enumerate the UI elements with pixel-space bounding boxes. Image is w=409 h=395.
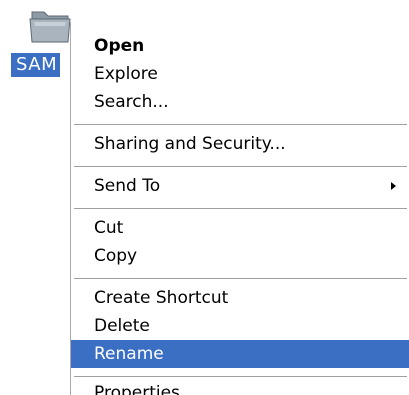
menu-item-create-shortcut-label: Create Shortcut	[94, 288, 229, 308]
menu-item-delete-label: Delete	[94, 316, 150, 336]
menu-item-cut[interactable]: Cut	[71, 214, 409, 242]
menu-item-send-to[interactable]: Send To	[71, 172, 409, 200]
menu-separator	[74, 376, 407, 377]
menu-item-send-to-label: Send To	[94, 176, 161, 196]
menu-item-sharing-label: Sharing and Security...	[94, 134, 286, 154]
menu-item-explore[interactable]: Explore	[71, 60, 409, 88]
desktop: SAM Open Explore Search... Sharing and S…	[0, 0, 409, 395]
folder-icon[interactable]	[28, 6, 74, 46]
menu-item-cut-label: Cut	[94, 218, 124, 238]
chevron-right-icon	[391, 182, 396, 190]
menu-separator	[74, 278, 407, 279]
menu-item-create-shortcut[interactable]: Create Shortcut	[71, 284, 409, 312]
folder-icon-graphic	[29, 11, 71, 43]
menu-item-rename-label: Rename	[94, 344, 164, 364]
file-name-label[interactable]: SAM	[11, 53, 61, 77]
menu-item-copy[interactable]: Copy	[71, 242, 409, 270]
menu-item-properties[interactable]: Properties	[71, 379, 409, 395]
menu-separator	[74, 166, 407, 167]
menu-item-open-label: Open	[94, 36, 145, 56]
context-menu: Open Explore Search... Sharing and Secur…	[70, 22, 409, 395]
menu-separator	[74, 208, 407, 209]
menu-item-properties-label: Properties	[94, 383, 180, 395]
menu-item-open[interactable]: Open	[71, 32, 409, 60]
menu-item-search[interactable]: Search...	[71, 88, 409, 116]
menu-item-sharing-and-security[interactable]: Sharing and Security...	[71, 130, 409, 158]
menu-separator	[74, 124, 407, 125]
menu-item-copy-label: Copy	[94, 246, 138, 266]
menu-item-explore-label: Explore	[94, 64, 158, 84]
menu-item-search-label: Search...	[94, 92, 169, 112]
menu-item-rename[interactable]: Rename	[71, 340, 409, 368]
menu-item-delete[interactable]: Delete	[71, 312, 409, 340]
